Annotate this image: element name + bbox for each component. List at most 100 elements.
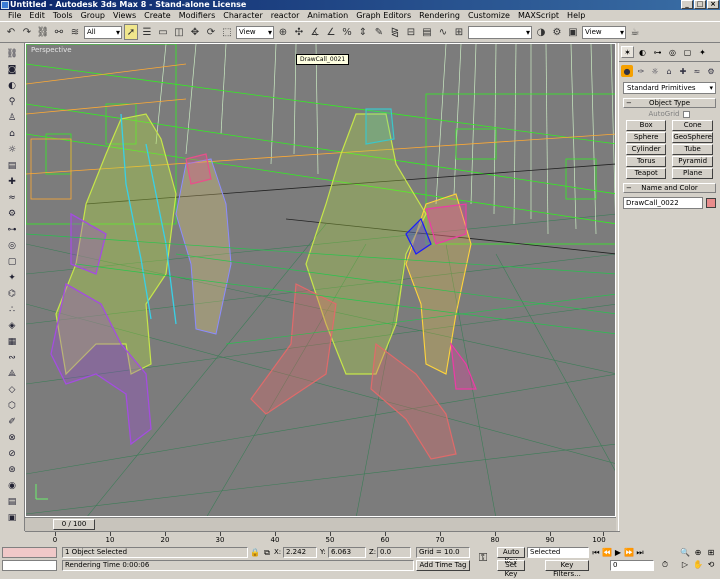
go-to-start-icon[interactable]: ⏮ [591,548,601,558]
utilities-tab-icon[interactable]: ✦ [696,46,709,58]
camera-icon[interactable]: ⌂ [4,126,20,141]
menu-views[interactable]: Views [109,10,140,21]
zoom-icon[interactable]: 🔍 [680,548,690,558]
render-setup-icon[interactable]: ⚙ [550,24,564,40]
systems-icon[interactable]: ⚙ [705,65,717,77]
primitive-category-dropdown[interactable]: Standard Primitives [623,82,716,94]
spinner-snap-icon[interactable]: ⇕ [356,24,370,40]
object-name-field[interactable]: DrawCall_0022 [623,197,703,209]
align-icon[interactable]: ⊟ [404,24,418,40]
autogrid-checkbox[interactable] [683,110,691,118]
menu-file[interactable]: File [4,10,25,21]
minimize-button[interactable]: _ [681,0,693,9]
box-button[interactable]: Box [626,120,667,131]
arc-rotate-icon[interactable]: ⟲ [706,560,716,570]
geosphere-button[interactable]: GeoSphere [672,132,713,143]
system-icon[interactable]: ⚙ [4,206,20,221]
rotate-icon[interactable]: ⟳ [204,24,218,40]
layers-icon[interactable]: ▤ [4,158,20,173]
menu-customize[interactable]: Customize [464,10,514,21]
viewport-label[interactable]: Perspective [31,46,72,54]
layer-manager-icon[interactable]: ▤ [420,24,434,40]
hierarchy-icon[interactable]: ⊶ [4,222,20,237]
select-by-name-icon[interactable]: ☰ [140,24,154,40]
motion-tab-icon[interactable]: ◎ [666,46,679,58]
geometry-icon[interactable]: ● [621,65,633,77]
go-to-end-icon[interactable]: ⏭ [635,548,645,558]
shape-icon[interactable]: ◇ [4,382,20,397]
selection-filter-dropdown[interactable]: All [84,25,122,39]
shapes-icon[interactable]: ✑ [635,65,647,77]
name-and-color-rollout[interactable]: − Name and Color [623,183,716,193]
modifier-icon[interactable]: ⌬ [4,286,20,301]
next-frame-icon[interactable]: ⏩ [624,548,634,558]
lock-selection-icon[interactable]: 🔒 [250,548,260,558]
redo-icon[interactable]: ↷ [20,24,34,40]
schematic-view-icon[interactable]: ⊞ [452,24,466,40]
track-bar[interactable]: 0 10 20 30 40 50 60 70 80 90 100 [25,531,620,545]
save-icon[interactable]: ▣ [4,510,20,525]
key-mode-dropdown[interactable]: Selected [527,547,589,558]
teapot-button[interactable]: Teapot [626,168,667,179]
curve-editor-icon[interactable]: ∿ [436,24,450,40]
bone-icon[interactable]: ⚲ [4,94,20,109]
time-config-icon[interactable]: ⏱ [660,560,670,570]
compound-icon[interactable]: ◈ [4,318,20,333]
patch-icon[interactable]: ▦ [4,334,20,349]
pivot-center-icon[interactable]: ⊕ [276,24,290,40]
maxscript-input-field[interactable] [2,560,57,571]
object-color-swatch[interactable] [706,198,716,208]
motion-icon[interactable]: ◎ [4,238,20,253]
scene-icon[interactable]: ◉ [4,478,20,493]
close-button[interactable]: × [707,0,719,9]
add-time-tag-button[interactable]: Add Time Tag [416,560,470,571]
menu-rendering[interactable]: Rendering [415,10,464,21]
torus-button[interactable]: Torus [626,156,667,167]
sphere-button[interactable]: Sphere [626,132,667,143]
cameras-icon[interactable]: ⌂ [663,65,675,77]
select-object-icon[interactable]: ➚ [124,24,138,40]
zoom-extents-icon[interactable]: ⊞ [706,548,716,558]
menu-animation[interactable]: Animation [303,10,352,21]
render-type-dropdown[interactable]: View [582,25,626,39]
time-slider[interactable]: 0 / 100 [53,519,95,530]
y-coordinate-field[interactable]: 6.063 [328,547,366,558]
rect-selection-icon[interactable]: ▭ [156,24,170,40]
xref-icon[interactable]: ⊘ [4,446,20,461]
link-icon[interactable]: ⛓ [4,46,20,61]
pan-icon[interactable]: ✋ [693,560,703,570]
cylinder-button[interactable]: Cylinder [626,144,667,155]
fov-icon[interactable]: ▷ [680,560,690,570]
modify-tab-icon[interactable]: ◐ [636,46,649,58]
angle-snap-icon[interactable]: ∠ [324,24,338,40]
reactor-icon[interactable]: ⊛ [4,462,20,477]
select-link-icon[interactable]: ⛓ [36,24,50,40]
helpers-icon[interactable]: ✚ [677,65,689,77]
nurbs-icon[interactable]: ∾ [4,350,20,365]
cone-button[interactable]: Cone [672,120,713,131]
zoom-all-icon[interactable]: ⊕ [693,548,703,558]
perspective-viewport[interactable]: Perspective DrawCall_0021 [25,43,616,517]
dynamics-icon[interactable]: ⟁ [4,366,20,381]
paint-icon[interactable]: ✐ [4,414,20,429]
snap-toggle-icon[interactable]: ∡ [308,24,322,40]
absolute-mode-icon[interactable]: ⧉ [262,548,272,558]
spacewarp-icon[interactable]: ≈ [4,190,20,205]
render-icon[interactable]: ▤ [4,494,20,509]
maxscript-listener-field[interactable] [2,547,57,558]
plane-button[interactable]: Plane [672,168,713,179]
menu-maxscript[interactable]: MAXScript [514,10,563,21]
render-frame-icon[interactable]: ▣ [566,24,580,40]
hierarchy-tab-icon[interactable]: ⊶ [651,46,664,58]
menu-reactor[interactable]: reactor [267,10,304,21]
manipulate-icon[interactable]: ✣ [292,24,306,40]
pyramid-button[interactable]: Pyramid [672,156,713,167]
undo-icon[interactable]: ↶ [4,24,18,40]
time-slider-track[interactable]: 0 / 100 [25,517,616,531]
mesh-icon[interactable]: ⬡ [4,398,20,413]
spacewarps-icon[interactable]: ≈ [691,65,703,77]
helper-icon[interactable]: ✚ [4,174,20,189]
window-crossing-icon[interactable]: ◫ [172,24,186,40]
menu-create[interactable]: Create [140,10,175,21]
current-frame-field[interactable]: 0 [610,560,654,571]
